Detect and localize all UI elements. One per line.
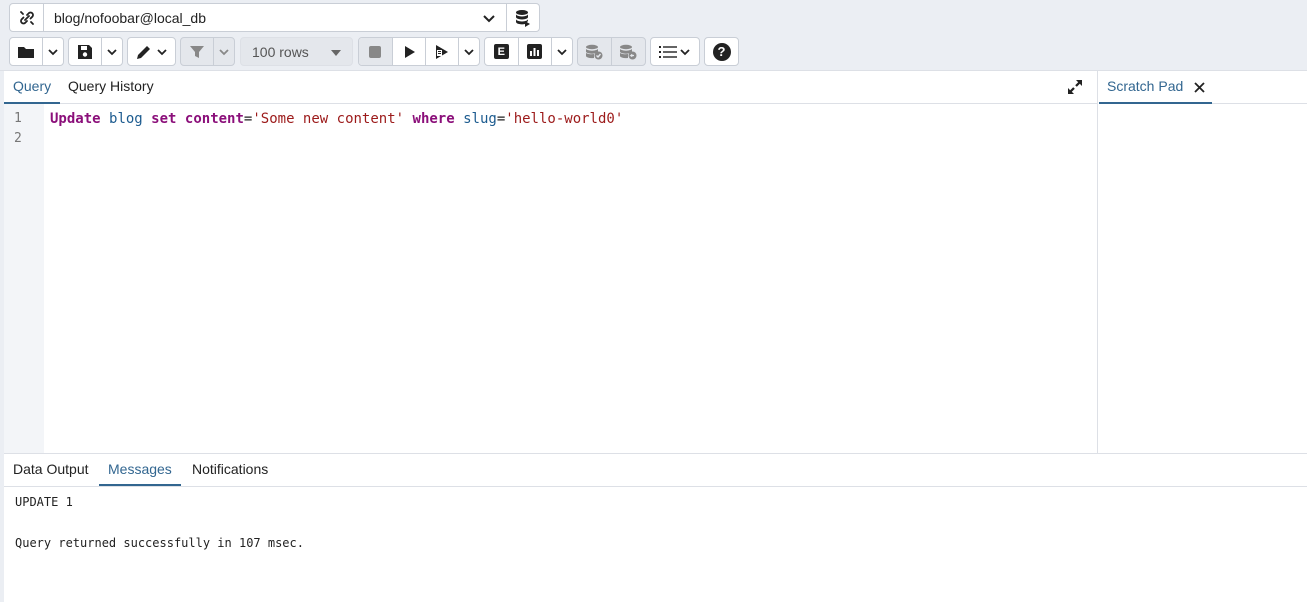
string-literal: 'hello-world0' [505,111,624,127]
editor-tabbar: Query Query History [4,71,1097,104]
connection-select[interactable]: blog/nofoobar@local_db [44,3,507,32]
tab-data-output[interactable]: Data Output [4,454,98,486]
caret-down-icon [331,50,341,56]
macros-group [650,37,700,66]
close-icon[interactable] [1194,82,1205,93]
execute-script-button[interactable] [426,38,460,65]
query-editor-panel: Query Query History 1 2 Update blog set … [4,71,1098,453]
help-group: ? [704,37,739,66]
chevron-down-icon [107,48,117,55]
rows-limit-label: 100 rows [252,43,309,60]
stop-icon [369,45,382,58]
database-icon [516,9,530,27]
help-button[interactable]: ? [705,38,738,65]
execute-dropdown[interactable] [459,38,479,65]
open-file-button[interactable] [10,38,44,65]
macros-button[interactable] [651,38,699,65]
column-name: content [184,111,244,127]
folder-icon [18,46,35,58]
open-file-dropdown[interactable] [43,38,63,65]
rows-limit-select[interactable]: 100 rows [240,37,353,66]
chevron-down-icon [219,48,229,55]
help-icon: ? [712,42,731,61]
edit-group [127,37,176,66]
save-dropdown[interactable] [102,38,122,65]
database-rollback-icon [620,44,637,59]
transaction-group [577,37,646,66]
execute-button[interactable] [393,38,427,65]
rollback-button[interactable] [612,38,646,65]
explain-group: E [484,37,573,66]
maximize-icon[interactable] [1067,79,1083,95]
save-button[interactable] [69,38,103,65]
operator: = [496,111,506,127]
keyword-update: Update [50,111,101,127]
chevron-down-icon [680,48,690,55]
play-script-icon [436,44,449,59]
execute-group [358,37,480,66]
scratch-pad-title: Scratch Pad [1107,78,1184,94]
tab-notifications[interactable]: Notifications [183,454,277,486]
bar-chart-icon [527,44,543,59]
commit-button[interactable] [578,38,612,65]
chevron-down-icon [48,48,58,55]
output-tabbar: Data Output Messages Notifications [4,454,1307,487]
pencil-icon [137,45,150,59]
sql-code-editor[interactable]: Update blog set content = 'Some new conten… [50,109,1097,129]
tab-query-history[interactable]: Query History [59,71,163,104]
play-icon [405,45,416,58]
top-toolbar-area: blog/nofoobar@local_db 100 rows E ? [0,0,1307,71]
new-connection-button[interactable] [507,3,540,32]
filter-button[interactable] [181,38,215,65]
database-check-icon [586,44,603,59]
table-name: blog [109,111,143,127]
output-panel: Data Output Messages Notifications UPDAT… [4,453,1307,602]
save-group [68,37,123,66]
explain-dropdown[interactable] [552,38,572,65]
link-icon [19,10,34,25]
filter-dropdown[interactable] [214,38,234,65]
keyword-set: set [151,111,177,127]
save-icon [78,44,93,59]
filter-group [180,37,235,66]
tab-messages[interactable]: Messages [99,454,181,486]
connection-status-button[interactable] [9,3,44,32]
open-file-group [9,37,64,66]
connection-label: blog/nofoobar@local_db [54,9,206,26]
chevron-down-icon [464,48,474,55]
list-icon [659,45,677,58]
chevron-down-icon [157,48,167,55]
message-line: Query returned successfully in 107 msec. [15,536,304,550]
scratch-pad-panel: Scratch Pad [1099,71,1307,453]
chevron-down-icon [557,48,567,55]
edit-menu-button[interactable] [128,38,175,65]
explain-analyze-button[interactable] [519,38,553,65]
line-number: 2 [14,131,22,146]
scratch-pad-tabbar: Scratch Pad [1099,71,1307,104]
filter-icon [190,45,205,58]
tab-query[interactable]: Query [4,71,61,104]
message-line: UPDATE 1 [15,495,73,509]
connection-bar: blog/nofoobar@local_db [9,3,540,32]
chevron-down-icon [483,15,495,23]
explain-icon: E [493,44,509,59]
string-literal: 'Some new content' [252,111,405,127]
keyword-where: where [412,111,455,127]
explain-button[interactable]: E [485,38,519,65]
stop-button[interactable] [359,38,393,65]
where-column: slug [463,111,497,127]
line-number: 1 [14,111,22,126]
query-tool-window: blog/nofoobar@local_db 100 rows E ? Quer… [0,0,1307,602]
line-number-gutter: 1 2 [4,104,44,453]
